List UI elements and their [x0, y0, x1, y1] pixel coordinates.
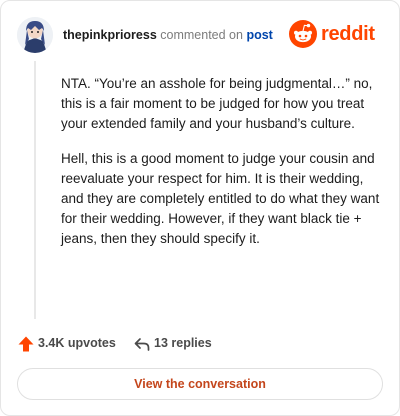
reddit-logo-icon [289, 20, 317, 48]
comment-body: NTA. “You’re an asshole for being judgme… [61, 74, 383, 264]
upvote-count: 3.4K upvotes [38, 336, 116, 350]
post-link[interactable]: post [246, 28, 272, 42]
thread-line [34, 61, 36, 319]
reply-arrow-icon [134, 338, 150, 351]
upvote-arrow-icon [18, 336, 34, 352]
comment-paragraph: Hell, this is a good moment to judge you… [61, 150, 380, 247]
username[interactable]: thepinkprioress [63, 28, 157, 42]
attribution-connector: commented on [160, 28, 243, 42]
view-conversation-button[interactable]: View the conversation [17, 368, 383, 400]
comment-header: thepinkprioress commented on post reddit [17, 17, 383, 53]
reddit-wordmark: reddit [321, 23, 375, 45]
avatar[interactable] [17, 17, 53, 53]
reddit-brand[interactable]: reddit [289, 20, 383, 50]
comment-attribution: thepinkprioress commented on post [63, 28, 273, 42]
upvote-button[interactable]: 3.4K upvotes [17, 333, 117, 355]
comment-embed-card: thepinkprioress commented on post reddit… [0, 0, 400, 416]
comment-paragraph: NTA. “You’re an asshole for being judgme… [61, 76, 373, 132]
reply-count: 13 replies [154, 336, 212, 350]
reply-button[interactable]: 13 replies [133, 333, 233, 355]
